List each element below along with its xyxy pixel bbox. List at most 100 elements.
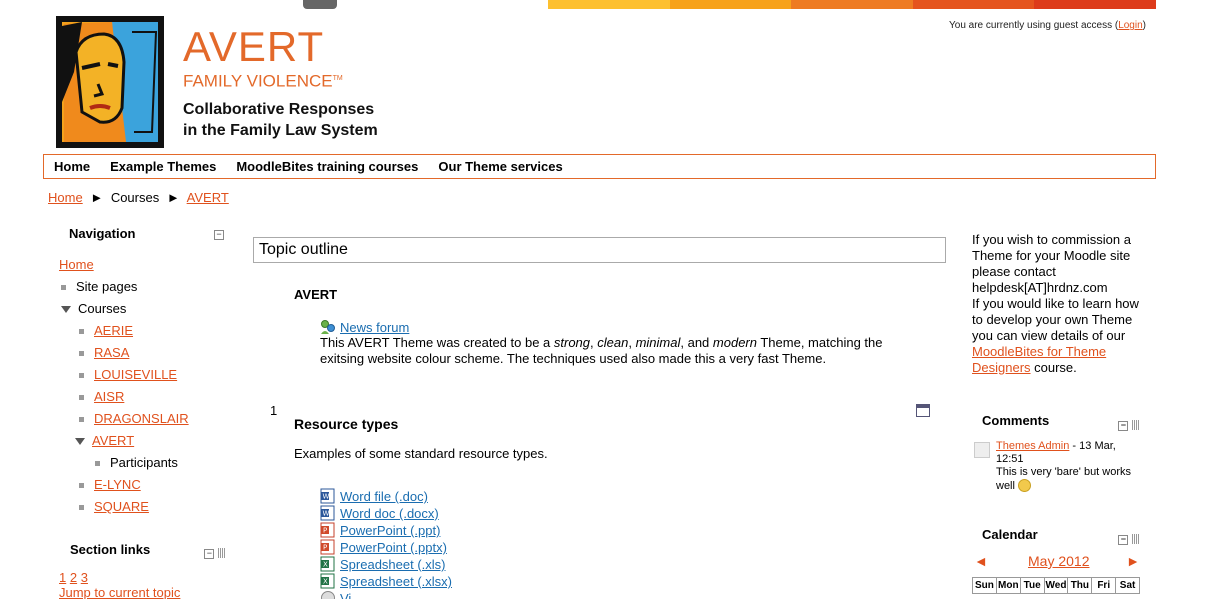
- collapse-icon[interactable]: −: [204, 549, 215, 559]
- menu-item-example-themes[interactable]: Example Themes: [110, 159, 216, 174]
- bullet-icon: [79, 329, 84, 335]
- resource-link[interactable]: PowerPoint (.ppt): [340, 523, 440, 538]
- weekday-label: Mon: [997, 578, 1021, 593]
- section-link[interactable]: 3: [81, 570, 88, 585]
- nav-site-pages-label: Site pages: [76, 279, 138, 294]
- bullet-icon: [79, 395, 84, 401]
- guest-text: You are currently using guest access (: [949, 20, 1119, 31]
- calendar-navigation: ◄ May 2012 ►: [972, 553, 1142, 573]
- forum-icon: [321, 320, 335, 334]
- previous-month-icon[interactable]: ◄: [974, 553, 988, 569]
- nav-home-link[interactable]: Home: [59, 257, 94, 272]
- block-controls: −: [204, 544, 226, 559]
- tagline: Collaborative Responses in the Family La…: [183, 99, 378, 141]
- nav-course-item: AISR: [59, 386, 229, 408]
- menu-item-moodlebites[interactable]: MoodleBites training courses: [236, 159, 418, 174]
- nav-item-site-pages[interactable]: Site pages: [59, 276, 229, 298]
- summary-em: minimal: [635, 335, 681, 350]
- next-month-icon[interactable]: ►: [1126, 553, 1140, 569]
- resource-item[interactable]: P PowerPoint (.pptx): [320, 539, 894, 556]
- nav-course-link[interactable]: RASA: [94, 345, 129, 360]
- breadcrumb-home[interactable]: Home: [48, 190, 83, 205]
- summary-text: ,: [628, 335, 636, 350]
- calendar-header: Calendar −: [982, 527, 1142, 545]
- section-0: AVERT News forum This AVERT Theme was cr…: [294, 287, 894, 367]
- section-1-number: 1: [270, 403, 278, 418]
- avatar: [974, 442, 990, 458]
- excel-icon: X: [320, 573, 335, 589]
- resource-link[interactable]: Spreadsheet (.xlsx): [340, 574, 452, 589]
- news-forum-link[interactable]: News forum: [340, 320, 409, 335]
- brand-tm: TM: [332, 75, 343, 82]
- nav-course-link[interactable]: DRAGONSLAIR: [94, 411, 189, 426]
- nav-course-item: RASA: [59, 342, 229, 364]
- resource-link[interactable]: Vi...: [340, 591, 362, 599]
- nav-course-link[interactable]: SQUARE: [94, 499, 149, 514]
- resource-item[interactable]: X Spreadsheet (.xls): [320, 556, 894, 573]
- menu-item-home[interactable]: Home: [54, 159, 90, 174]
- nav-item-courses[interactable]: Courses: [59, 298, 229, 320]
- video-icon: [321, 591, 335, 599]
- breadcrumb: Home ► Courses ► AVERT: [48, 190, 229, 205]
- dock-icon[interactable]: [218, 547, 226, 558]
- expanded-triangle-icon: [61, 306, 71, 314]
- navigation-block: Navigation − Home Site pages Courses AER…: [59, 226, 229, 518]
- collapse-icon[interactable]: −: [1118, 535, 1129, 545]
- resource-link[interactable]: PowerPoint (.pptx): [340, 540, 447, 555]
- commission-text-3: course.: [1030, 360, 1077, 375]
- word-icon: W: [320, 488, 335, 504]
- bullet-icon: [79, 483, 84, 489]
- breadcrumb-current[interactable]: AVERT: [187, 190, 229, 205]
- nav-course-item: AERIE: [59, 320, 229, 342]
- summary-em: modern: [712, 335, 757, 350]
- summary-em: strong: [553, 335, 591, 350]
- section-1: Resource types Examples of some standard…: [294, 416, 894, 599]
- comment-author-link[interactable]: Themes Admin: [996, 440, 1069, 452]
- bullet-icon: [79, 373, 84, 379]
- section-link[interactable]: 2: [70, 570, 77, 585]
- resource-item[interactable]: W Word file (.doc): [320, 488, 894, 505]
- nav-course-link[interactable]: LOUISEVILLE: [94, 367, 177, 382]
- color-strip: [548, 0, 1156, 9]
- dock-icon[interactable]: [1132, 533, 1140, 544]
- strip-segment: [791, 0, 913, 9]
- section-link[interactable]: 1: [59, 570, 66, 585]
- section-links-title: Section links: [70, 542, 151, 557]
- top-handle: [303, 0, 337, 9]
- resource-link[interactable]: Word file (.doc): [340, 489, 428, 504]
- section-links-header: Section links −: [70, 542, 229, 560]
- nav-course-link[interactable]: AISR: [94, 389, 124, 404]
- commission-text-2: If you would like to learn how to develo…: [972, 296, 1139, 343]
- nav-item-participants[interactable]: Participants: [59, 452, 229, 474]
- resource-item[interactable]: W Word doc (.docx): [320, 505, 894, 522]
- nav-course-link[interactable]: AERIE: [94, 323, 133, 338]
- nav-item-home: Home: [59, 254, 229, 276]
- resource-link[interactable]: Spreadsheet (.xls): [340, 557, 446, 572]
- strip-segment: [1034, 0, 1156, 9]
- jump-to-current-topic-link[interactable]: Jump to current topic: [59, 585, 180, 599]
- dock-icon[interactable]: [1132, 419, 1140, 430]
- collapse-icon[interactable]: −: [1118, 421, 1129, 431]
- collapse-icon[interactable]: −: [214, 230, 224, 240]
- nav-current-course-link[interactable]: AVERT: [92, 433, 134, 448]
- topic-outline-heading: Topic outline: [253, 237, 946, 263]
- nav-course-link[interactable]: E-LYNC: [94, 477, 141, 492]
- strip-segment: [912, 0, 1035, 9]
- calendar-month-link[interactable]: May 2012: [1028, 553, 1089, 569]
- nav-course-item-current: AVERT: [59, 430, 229, 452]
- bullet-icon: [61, 285, 66, 291]
- logo-image[interactable]: [52, 12, 170, 152]
- section-summary-icon[interactable]: [916, 404, 930, 417]
- nav-courses-label: Courses: [78, 301, 127, 316]
- svg-text:X: X: [323, 561, 328, 569]
- resource-link[interactable]: Word doc (.docx): [340, 506, 439, 521]
- login-link[interactable]: Login: [1118, 20, 1142, 31]
- news-forum-activity[interactable]: News forum: [320, 319, 894, 335]
- resource-item[interactable]: X Spreadsheet (.xlsx): [320, 573, 894, 590]
- summary-text: This AVERT Theme was created to be a: [320, 335, 554, 350]
- resource-item[interactable]: Vi...: [320, 590, 894, 599]
- menu-item-theme-services[interactable]: Our Theme services: [438, 159, 562, 174]
- resource-item[interactable]: P PowerPoint (.ppt): [320, 522, 894, 539]
- tagline-line-2: in the Family Law System: [183, 121, 378, 139]
- bullet-icon: [79, 417, 84, 423]
